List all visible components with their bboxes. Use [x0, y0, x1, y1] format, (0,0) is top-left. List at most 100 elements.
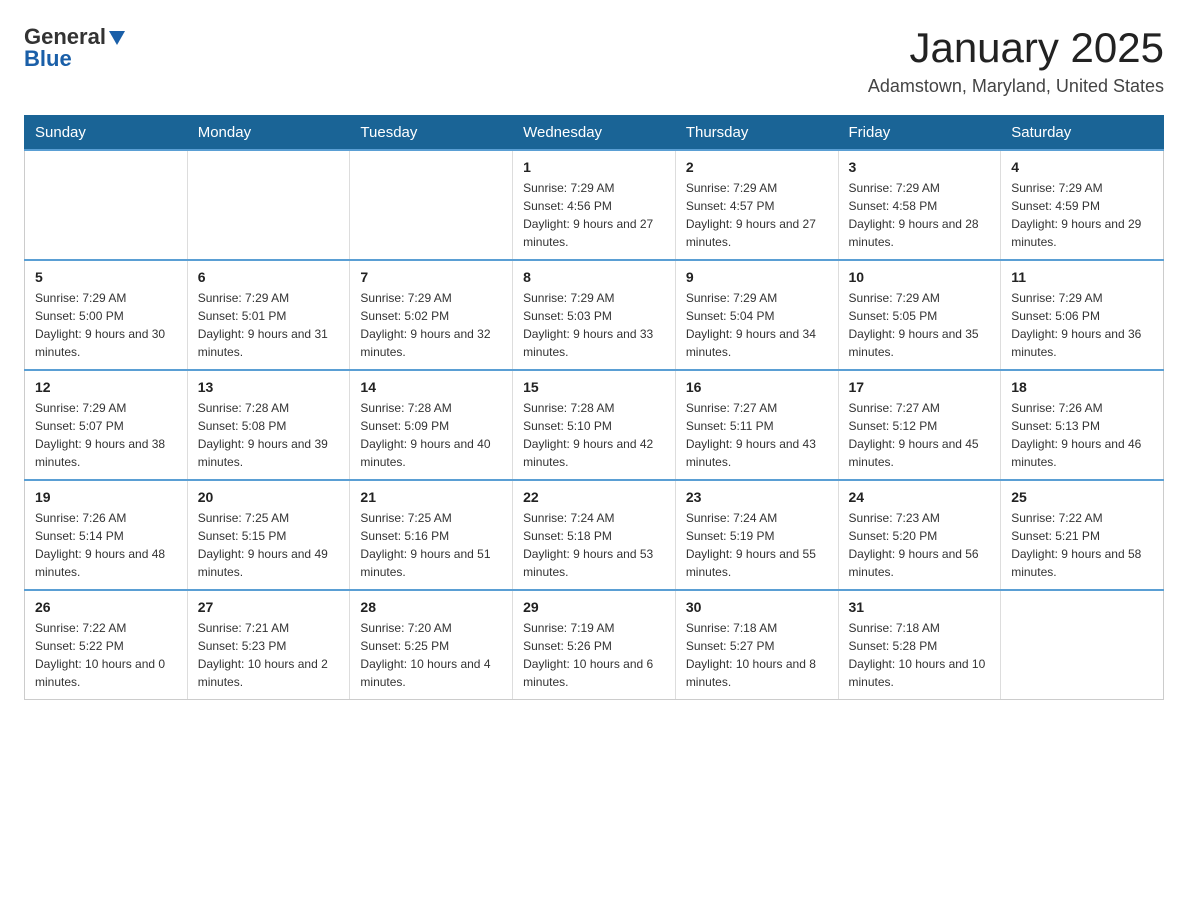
- day-info: Sunrise: 7:26 AM Sunset: 5:13 PM Dayligh…: [1011, 399, 1153, 471]
- day-info: Sunrise: 7:26 AM Sunset: 5:14 PM Dayligh…: [35, 509, 177, 581]
- day-number: 10: [849, 269, 991, 285]
- day-number: 29: [523, 599, 665, 615]
- calendar-cell: 8Sunrise: 7:29 AM Sunset: 5:03 PM Daylig…: [513, 260, 676, 370]
- calendar-week-row: 26 Sunrise: 7:22 AM Sunset: 5:22 PM Dayli…: [25, 590, 1164, 700]
- day-info: Sunrise: 7:22 AM Sunset: 5:22 PM Dayligh…: [35, 619, 177, 691]
- day-info: Sunrise: 7:25 AM Sunset: 5:16 PM Dayligh…: [360, 509, 502, 581]
- day-info: Sunrise: 7:19 AM Sunset: 5:26 PM Dayligh…: [523, 619, 665, 691]
- calendar-cell: 27 Sunrise: 7:21 AM Sunset: 5:23 PM Dayli…: [187, 590, 350, 700]
- calendar-cell: 11Sunrise: 7:29 AM Sunset: 5:06 PM Dayli…: [1001, 260, 1164, 370]
- calendar-cell: 31 Sunrise: 7:18 AM Sunset: 5:28 PM Dayli…: [838, 590, 1001, 700]
- day-number: 11: [1011, 269, 1153, 285]
- calendar-cell: 9 Sunrise: 7:29 AM Sunset: 5:04 PM Daylig…: [675, 260, 838, 370]
- logo-triangle-icon: [108, 29, 126, 47]
- day-number: 26: [35, 599, 177, 615]
- calendar-cell: 10 Sunrise: 7:29 AM Sunset: 5:05 PM Dayli…: [838, 260, 1001, 370]
- day-info: Sunrise: 7:23 AM Sunset: 5:20 PM Dayligh…: [849, 509, 991, 581]
- day-number: 5: [35, 269, 177, 285]
- day-number: 15: [523, 379, 665, 395]
- calendar-cell: [1001, 590, 1164, 700]
- day-number: 12: [35, 379, 177, 395]
- day-number: 17: [849, 379, 991, 395]
- calendar-cell: 21 Sunrise: 7:25 AM Sunset: 5:16 PM Dayli…: [350, 480, 513, 590]
- day-number: 1: [523, 159, 665, 175]
- weekday-header-saturday: Saturday: [1001, 116, 1164, 151]
- day-info: Sunrise: 7:21 AM Sunset: 5:23 PM Dayligh…: [198, 619, 340, 691]
- calendar-cell: 17 Sunrise: 7:27 AM Sunset: 5:12 PM Dayli…: [838, 370, 1001, 480]
- calendar-cell: 20 Sunrise: 7:25 AM Sunset: 5:15 PM Dayli…: [187, 480, 350, 590]
- day-info: Sunrise: 7:27 AM Sunset: 5:12 PM Dayligh…: [849, 399, 991, 471]
- calendar-title: January 2025: [868, 24, 1164, 72]
- title-block: January 2025 Adamstown, Maryland, United…: [868, 24, 1164, 97]
- weekday-header-monday: Monday: [187, 116, 350, 151]
- weekday-header-thursday: Thursday: [675, 116, 838, 151]
- day-info: Sunrise: 7:29 AM Sunset: 4:57 PM Dayligh…: [686, 179, 828, 251]
- day-info: Sunrise: 7:25 AM Sunset: 5:15 PM Dayligh…: [198, 509, 340, 581]
- day-info: Sunrise: 7:29 AM Sunset: 5:07 PM Dayligh…: [35, 399, 177, 471]
- calendar-cell: 2 Sunrise: 7:29 AM Sunset: 4:57 PM Daylig…: [675, 150, 838, 260]
- day-info: Sunrise: 7:28 AM Sunset: 5:10 PM Dayligh…: [523, 399, 665, 471]
- weekday-header-sunday: Sunday: [25, 116, 188, 151]
- calendar-cell: 6Sunrise: 7:29 AM Sunset: 5:01 PM Daylig…: [187, 260, 350, 370]
- day-info: Sunrise: 7:18 AM Sunset: 5:28 PM Dayligh…: [849, 619, 991, 691]
- day-info: Sunrise: 7:28 AM Sunset: 5:08 PM Dayligh…: [198, 399, 340, 471]
- calendar-cell: 28 Sunrise: 7:20 AM Sunset: 5:25 PM Dayli…: [350, 590, 513, 700]
- day-info: Sunrise: 7:29 AM Sunset: 5:00 PM Dayligh…: [35, 289, 177, 361]
- day-info: Sunrise: 7:27 AM Sunset: 5:11 PM Dayligh…: [686, 399, 828, 471]
- calendar-cell: 15 Sunrise: 7:28 AM Sunset: 5:10 PM Dayli…: [513, 370, 676, 480]
- day-number: 24: [849, 489, 991, 505]
- day-info: Sunrise: 7:18 AM Sunset: 5:27 PM Dayligh…: [686, 619, 828, 691]
- day-number: 7: [360, 269, 502, 285]
- day-number: 9: [686, 269, 828, 285]
- day-info: Sunrise: 7:29 AM Sunset: 5:05 PM Dayligh…: [849, 289, 991, 361]
- day-number: 20: [198, 489, 340, 505]
- day-number: 8: [523, 269, 665, 285]
- day-number: 31: [849, 599, 991, 615]
- weekday-header-wednesday: Wednesday: [513, 116, 676, 151]
- day-number: 19: [35, 489, 177, 505]
- day-number: 13: [198, 379, 340, 395]
- calendar-cell: 22 Sunrise: 7:24 AM Sunset: 5:18 PM Dayli…: [513, 480, 676, 590]
- calendar-table: SundayMondayTuesdayWednesdayThursdayFrid…: [24, 115, 1164, 700]
- day-info: Sunrise: 7:29 AM Sunset: 4:59 PM Dayligh…: [1011, 179, 1153, 251]
- day-number: 28: [360, 599, 502, 615]
- calendar-cell: 13 Sunrise: 7:28 AM Sunset: 5:08 PM Dayli…: [187, 370, 350, 480]
- calendar-cell: 7Sunrise: 7:29 AM Sunset: 5:02 PM Daylig…: [350, 260, 513, 370]
- calendar-cell: 30 Sunrise: 7:18 AM Sunset: 5:27 PM Dayli…: [675, 590, 838, 700]
- calendar-cell: [350, 150, 513, 260]
- calendar-cell: 26 Sunrise: 7:22 AM Sunset: 5:22 PM Dayli…: [25, 590, 188, 700]
- day-info: Sunrise: 7:28 AM Sunset: 5:09 PM Dayligh…: [360, 399, 502, 471]
- calendar-cell: 4Sunrise: 7:29 AM Sunset: 4:59 PM Daylig…: [1001, 150, 1164, 260]
- day-info: Sunrise: 7:22 AM Sunset: 5:21 PM Dayligh…: [1011, 509, 1153, 581]
- calendar-cell: [25, 150, 188, 260]
- day-info: Sunrise: 7:29 AM Sunset: 5:01 PM Dayligh…: [198, 289, 340, 361]
- day-number: 21: [360, 489, 502, 505]
- calendar-week-row: 19 Sunrise: 7:26 AM Sunset: 5:14 PM Dayli…: [25, 480, 1164, 590]
- logo: General Blue: [24, 24, 126, 72]
- calendar-cell: 14 Sunrise: 7:28 AM Sunset: 5:09 PM Dayli…: [350, 370, 513, 480]
- calendar-cell: 3Sunrise: 7:29 AM Sunset: 4:58 PM Daylig…: [838, 150, 1001, 260]
- calendar-subtitle: Adamstown, Maryland, United States: [868, 76, 1164, 97]
- day-info: Sunrise: 7:20 AM Sunset: 5:25 PM Dayligh…: [360, 619, 502, 691]
- calendar-cell: 12 Sunrise: 7:29 AM Sunset: 5:07 PM Dayli…: [25, 370, 188, 480]
- calendar-cell: 29 Sunrise: 7:19 AM Sunset: 5:26 PM Dayli…: [513, 590, 676, 700]
- calendar-cell: [187, 150, 350, 260]
- day-info: Sunrise: 7:29 AM Sunset: 5:04 PM Dayligh…: [686, 289, 828, 361]
- day-info: Sunrise: 7:24 AM Sunset: 5:18 PM Dayligh…: [523, 509, 665, 581]
- day-number: 14: [360, 379, 502, 395]
- day-number: 25: [1011, 489, 1153, 505]
- calendar-week-row: 12 Sunrise: 7:29 AM Sunset: 5:07 PM Dayli…: [25, 370, 1164, 480]
- day-number: 27: [198, 599, 340, 615]
- day-info: Sunrise: 7:29 AM Sunset: 4:58 PM Dayligh…: [849, 179, 991, 251]
- day-number: 16: [686, 379, 828, 395]
- calendar-cell: 25 Sunrise: 7:22 AM Sunset: 5:21 PM Dayli…: [1001, 480, 1164, 590]
- calendar-cell: 1Sunrise: 7:29 AM Sunset: 4:56 PM Daylig…: [513, 150, 676, 260]
- day-number: 22: [523, 489, 665, 505]
- calendar-cell: 23Sunrise: 7:24 AM Sunset: 5:19 PM Dayli…: [675, 480, 838, 590]
- day-number: 2: [686, 159, 828, 175]
- day-number: 23: [686, 489, 828, 505]
- calendar-cell: 5 Sunrise: 7:29 AM Sunset: 5:00 PM Daylig…: [25, 260, 188, 370]
- weekday-header-tuesday: Tuesday: [350, 116, 513, 151]
- calendar-cell: 18Sunrise: 7:26 AM Sunset: 5:13 PM Dayli…: [1001, 370, 1164, 480]
- day-number: 30: [686, 599, 828, 615]
